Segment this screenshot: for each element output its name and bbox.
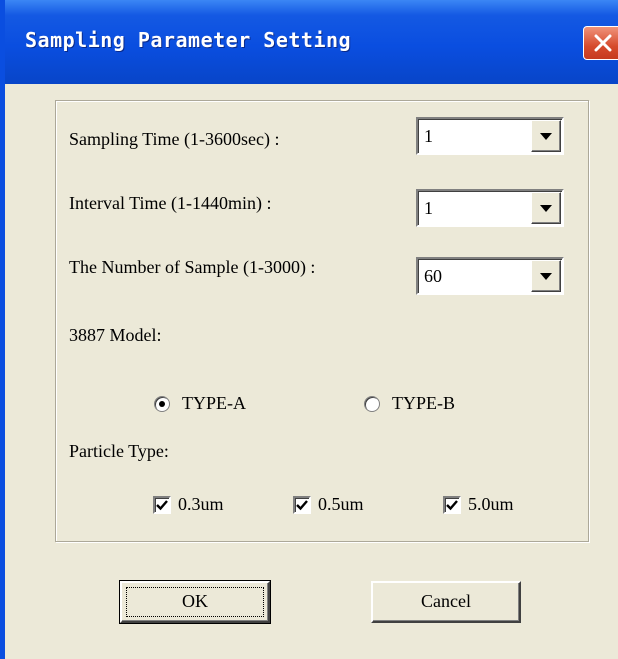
close-button[interactable] xyxy=(583,26,618,60)
radio-selected-dot xyxy=(159,401,165,407)
particle-type-label: Particle Type: xyxy=(69,441,169,461)
chevron-down-icon xyxy=(540,205,552,212)
interval-time-dropdown-button[interactable] xyxy=(531,192,561,224)
interval-time-label: Interval Time (1-1440min) : xyxy=(69,193,272,213)
ok-button[interactable]: OK xyxy=(119,580,271,624)
dialog-window: Sampling Parameter Setting Sampling Time… xyxy=(0,0,618,659)
model-label: 3887 Model: xyxy=(69,325,162,345)
sampling-time-dropdown-button[interactable] xyxy=(531,120,561,152)
checkbox-5-0um-label[interactable]: 5.0um xyxy=(468,494,514,515)
settings-group: Sampling Time (1-3600sec) : 1 Interval T… xyxy=(55,100,589,542)
focus-ring xyxy=(126,587,264,617)
close-icon xyxy=(594,34,612,52)
sample-count-dropdown-button[interactable] xyxy=(531,260,561,292)
sample-count-combo[interactable]: 60 xyxy=(416,257,564,295)
chevron-down-icon xyxy=(540,133,552,140)
sampling-time-value: 1 xyxy=(424,126,433,146)
sampling-time-combo[interactable]: 1 xyxy=(416,117,564,155)
checkbox-5-0um[interactable] xyxy=(443,496,461,514)
checkbox-0-5um[interactable] xyxy=(293,496,311,514)
checkbox-0-3um[interactable] xyxy=(153,496,171,514)
checkbox-0-5um-label[interactable]: 0.5um xyxy=(318,494,364,515)
title-bar[interactable]: Sampling Parameter Setting xyxy=(5,0,618,84)
checkmark-icon xyxy=(446,500,458,511)
radio-type-a[interactable] xyxy=(154,396,170,412)
radio-type-a-label[interactable]: TYPE-A xyxy=(182,393,246,414)
sampling-time-label: Sampling Time (1-3600sec) : xyxy=(69,129,280,149)
cancel-button[interactable]: Cancel xyxy=(371,581,521,623)
interval-time-combo[interactable]: 1 xyxy=(416,189,564,227)
sample-count-value: 60 xyxy=(424,266,442,286)
sample-count-label: The Number of Sample (1-3000) : xyxy=(69,257,316,277)
checkbox-0-3um-label[interactable]: 0.3um xyxy=(178,494,224,515)
dialog-title: Sampling Parameter Setting xyxy=(25,28,352,52)
radio-type-b[interactable] xyxy=(364,396,380,412)
radio-type-b-label[interactable]: TYPE-B xyxy=(392,393,455,414)
chevron-down-icon xyxy=(540,273,552,280)
cancel-button-label: Cancel xyxy=(421,591,471,611)
interval-time-value: 1 xyxy=(424,198,433,218)
checkmark-icon xyxy=(296,500,308,511)
checkmark-icon xyxy=(156,500,168,511)
